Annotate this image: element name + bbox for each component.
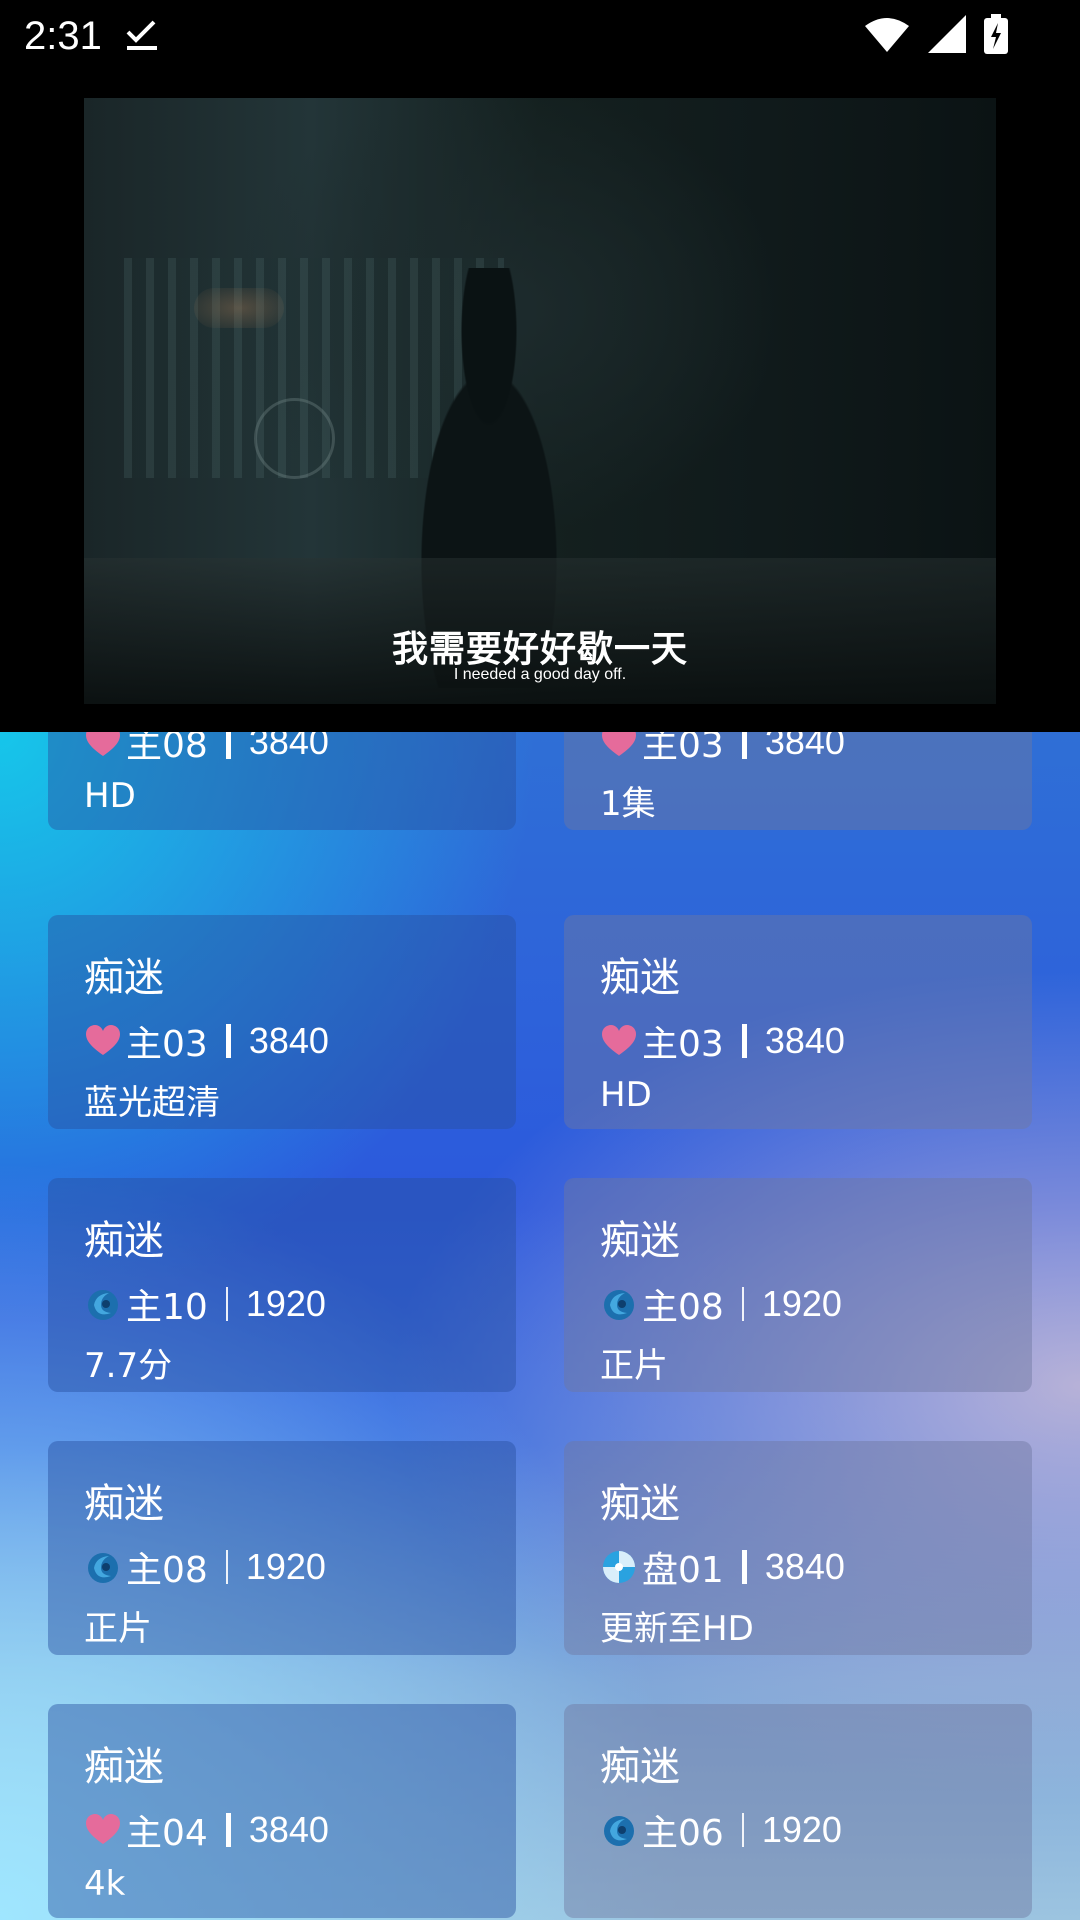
card-title: 痴迷 (600, 955, 680, 1001)
download-done-icon (124, 16, 160, 56)
card-resolution: 3840 (248, 1020, 329, 1061)
wifi-icon (864, 16, 910, 56)
source-card[interactable]: 主08 3840 HD (48, 732, 516, 830)
status-bar: 2:31 (0, 0, 1080, 72)
card-source: 主08 (126, 1550, 208, 1591)
heart-icon (84, 1811, 122, 1849)
card-resolution: 1920 (245, 1546, 326, 1587)
card-note: 1集 (600, 784, 656, 824)
card-note: 更新至HD (600, 1609, 754, 1649)
source-card[interactable]: 主03 3840 1集 (564, 732, 1032, 830)
swirl-icon (600, 1811, 638, 1849)
card-source: 主03 (642, 1024, 724, 1065)
card-source: 主03 (642, 732, 724, 766)
heart-icon (600, 732, 638, 761)
card-note: 7.7分 (84, 1346, 173, 1386)
card-title: 痴迷 (600, 1744, 680, 1790)
card-source: 主08 (126, 732, 208, 766)
source-card[interactable]: 痴迷 主03 3840 HD (564, 915, 1032, 1129)
card-resolution: 3840 (248, 732, 329, 762)
source-card[interactable]: 痴迷 盘01 3840 更新至HD (564, 1441, 1032, 1655)
status-time: 2:31 (24, 13, 102, 58)
card-title: 痴迷 (84, 1218, 164, 1264)
card-resolution: 3840 (764, 1546, 845, 1587)
card-title: 痴迷 (84, 1744, 164, 1790)
card-resolution: 1920 (761, 1283, 842, 1324)
card-source: 主10 (126, 1287, 208, 1328)
card-note: 正片 (84, 1609, 152, 1649)
card-title: 痴迷 (600, 1481, 680, 1527)
card-resolution: 3840 (764, 732, 845, 762)
card-note: HD (84, 776, 136, 816)
signal-icon (928, 15, 966, 57)
card-source: 主08 (642, 1287, 724, 1328)
card-note: 正片 (600, 1346, 668, 1386)
heart-icon (600, 1022, 638, 1060)
card-source: 主04 (126, 1813, 208, 1854)
swirl-icon (84, 1285, 122, 1323)
subtitle-english: I needed a good day off. (453, 666, 627, 683)
source-card[interactable]: 痴迷 主06 1920 (564, 1704, 1032, 1918)
source-list[interactable]: 主08 3840 HD 主03 3840 1集 痴迷 主03 3840 蓝光超清 痴迷… (0, 732, 1080, 1920)
video-player[interactable]: 我需要好好歇一天 I needed a good day off. (0, 72, 1080, 732)
card-source: 主03 (126, 1024, 208, 1065)
card-title: 痴迷 (600, 1218, 680, 1264)
heart-icon (84, 1022, 122, 1060)
swirl-icon (84, 1548, 122, 1586)
heart-icon (84, 732, 122, 761)
subtitle-chinese: 我需要好好歇一天 (391, 629, 688, 670)
source-card[interactable]: 痴迷 主04 3840 4k (48, 1704, 516, 1918)
source-card[interactable]: 痴迷 主10 1920 7.7分 (48, 1178, 516, 1392)
disc-icon (600, 1548, 638, 1586)
card-source: 主06 (642, 1813, 724, 1854)
source-card[interactable]: 痴迷 主03 3840 蓝光超清 (48, 915, 516, 1129)
card-title: 痴迷 (84, 1481, 164, 1527)
card-note: 蓝光超清 (84, 1083, 220, 1123)
card-source: 盘01 (642, 1550, 724, 1591)
battery-charging-icon (984, 14, 1008, 58)
card-note: 4k (84, 1864, 126, 1904)
card-title: 痴迷 (84, 955, 164, 1001)
card-resolution: 3840 (248, 1809, 329, 1850)
card-resolution: 3840 (764, 1020, 845, 1061)
swirl-icon (600, 1285, 638, 1323)
source-card[interactable]: 痴迷 主08 1920 正片 (564, 1178, 1032, 1392)
card-note: HD (600, 1075, 652, 1115)
source-card[interactable]: 痴迷 主08 1920 正片 (48, 1441, 516, 1655)
video-frame[interactable] (84, 98, 996, 704)
card-resolution: 1920 (245, 1283, 326, 1324)
card-resolution: 1920 (761, 1809, 842, 1850)
